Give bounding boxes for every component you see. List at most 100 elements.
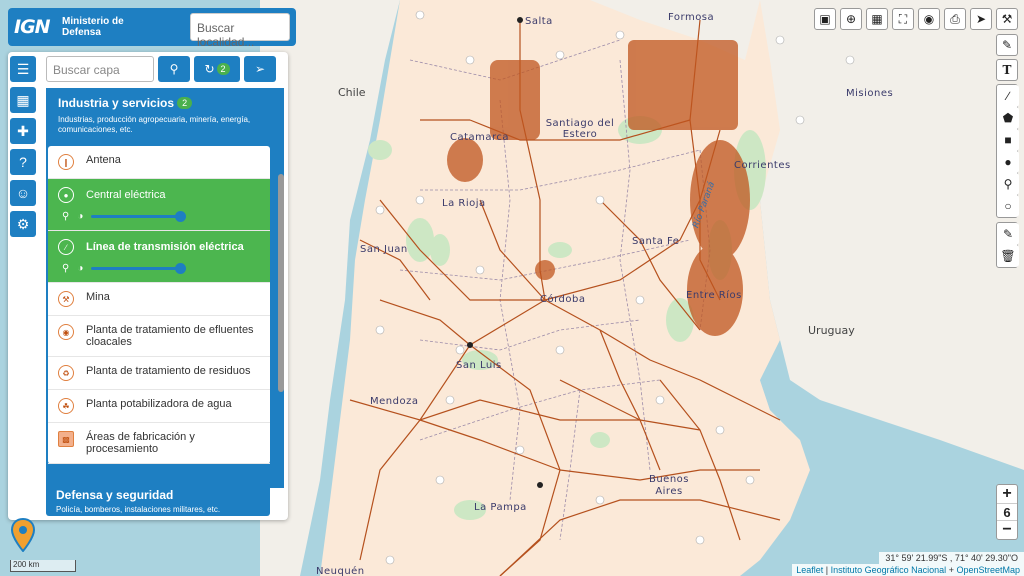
locate-button[interactable]: ⊕ [840,8,862,30]
draw-circle-button[interactable]: ● [997,151,1019,173]
layers-list: ❙ Antena ● Central eléctrica ⚲ ◑ ∕ Línea… [48,146,270,464]
fullscreen-button[interactable]: ⛶ [892,8,914,30]
map-label-chile: Chile [338,86,366,99]
layer-label: Planta de tratamiento de efluentes cloac… [86,324,254,348]
opacity-slider[interactable] [91,263,187,274]
select-button[interactable]: ➤ [970,8,992,30]
category-industria[interactable]: Industria y servicios 2 Industrias, produ… [46,88,284,488]
pencil-icon: ✎ [1001,38,1013,52]
leaflet-link[interactable]: Leaflet [796,565,823,575]
map-label-san-luis: San Luis [456,360,502,371]
search-button[interactable]: ⚲ [158,56,190,82]
panel-scrollbar[interactable] [278,56,284,516]
graticule-button[interactable]: ▦ [866,8,888,30]
scroll-thumb[interactable] [278,174,284,392]
draw-line-button[interactable]: ∕ [997,85,1019,107]
trash-icon: 🗑 [1000,249,1016,263]
draw-toolbar: ✎ T ∕ ⬟ ■ ● ⚲ ○ ✎ 🗑 [996,34,1019,272]
street-view-pin[interactable] [10,517,36,553]
layer-label: Planta potabilizadora de agua [86,398,232,410]
zoom-to-layer-icon[interactable]: ⚲ [62,263,69,274]
layer-item-central-electrica[interactable]: ● Central eléctrica ⚲ ◑ [48,179,270,231]
category-defensa[interactable]: Defensa y seguridad Policía, bomberos, i… [46,482,270,516]
pin-button[interactable]: ➢ [244,56,276,82]
search-icon: ⚲ [169,62,179,76]
layer-item-antena[interactable]: ❙ Antena [48,146,270,179]
brand-header: IGN Ministerio de Defensa Buscar localid… [8,8,296,49]
draw-rectangle-button[interactable]: ■ [997,129,1019,151]
edit-button[interactable]: ✎ [997,223,1019,245]
settings-icon[interactable]: ⚙ [10,211,36,237]
layer-search-input[interactable]: Buscar capa [46,56,154,82]
layer-item-residuos[interactable]: ♻ Planta de tratamiento de residuos [48,357,270,390]
square-icon: ■ [1004,133,1012,147]
accessibility-icon[interactable]: ☺ [10,180,36,206]
map-label-san-juan: San Juan [360,244,408,255]
basemap-icon[interactable]: ▦ [10,87,36,113]
locality-search-input[interactable]: Buscar localidad... [190,13,290,49]
zoom-level: 6 [997,503,1017,521]
map-label-mendoza: Mendoza [370,396,419,407]
map-label-la-rioja: La Rioja [442,198,486,209]
pencil-button[interactable]: ✎ [996,34,1018,56]
map-label-buenos-aires: Buenos Aires [648,474,690,497]
side-icon-bar: ☰ ▦ ✚ ? ☺ ⚙ [10,56,40,242]
map-label-salta: Salta [525,16,553,27]
polygon-icon: ⬟ [1002,111,1014,125]
layer-item-fabricacion[interactable]: ▩ Áreas de fabricación y procesamiento [48,423,270,464]
text-icon: T [1002,63,1012,77]
draw-circlemarker-button[interactable]: ○ [997,195,1019,217]
zoom-to-layer-icon[interactable]: ⚲ [62,211,69,222]
delete-button[interactable]: 🗑 [997,245,1019,267]
cursor-coordinates: 31° 59' 21.99"S , 71° 40' 29.30"O [879,552,1024,564]
screenshot-button[interactable]: ◉ [918,8,940,30]
opacity-slider[interactable] [91,211,187,222]
pin-icon: ➢ [254,62,266,76]
ring-icon: ○ [1004,199,1012,213]
category-description: Policía, bomberos, instalaciones militar… [56,505,221,514]
draw-marker-button[interactable]: ⚲ [997,173,1019,195]
print-button[interactable]: ⎙ [944,8,966,30]
manufacturing-area-icon: ▩ [58,431,74,447]
layer-item-efluentes[interactable]: ◉ Planta de tratamiento de efluentes clo… [48,316,270,357]
slider-handle[interactable] [175,211,187,222]
scale-bar: 200 km [10,560,76,572]
location-pin-icon [10,517,36,553]
zoom-in-button[interactable]: + [997,485,1017,503]
category-title: Industria y servicios [58,96,175,110]
select-cursor-icon: ➤ [975,12,987,26]
draw-polygon-button[interactable]: ⬟ [997,107,1019,129]
print-icon: ⎙ [950,11,960,26]
waste-plant-icon: ♻ [58,365,74,381]
text-button[interactable]: T [996,59,1018,81]
circle-icon: ● [1004,155,1012,169]
layer-item-linea-transmision[interactable]: ∕ Línea de transmisión eléctrica ⚲ ◑ [48,231,270,283]
layers-icon[interactable]: ☰ [10,56,36,82]
ign-logo: IGN [14,16,51,38]
map-label-catamarca: Catamarca [450,132,510,143]
osm-link[interactable]: OpenStreetMap [956,565,1020,575]
sync-button[interactable]: ↻ 2 [194,56,240,82]
add-layer-icon[interactable]: ✚ [10,118,36,144]
map-label-formosa: Formosa [668,12,715,23]
layers-panel: ☰ ▦ ✚ ? ☺ ⚙ Buscar capa ⚲ ↻ 2 ➢ Industria… [8,52,288,520]
map-label-neuquen: Neuquén [316,566,365,576]
extent-button[interactable]: ▣ [814,8,836,30]
edit-icon: ✎ [1002,227,1014,241]
ign-link[interactable]: Instituto Geográfico Nacional [831,565,947,575]
power-plant-icon: ● [58,187,74,203]
category-description: Industrias, producción agropecuaria, min… [58,115,251,134]
zoom-out-button[interactable]: − [997,521,1017,539]
marker-icon: ⚲ [1003,177,1013,191]
layer-head: ● Central eléctrica [58,187,165,203]
help-icon[interactable]: ? [10,149,36,175]
layer-label: Planta de tratamiento de residuos [86,365,251,377]
opacity-icon: ◑ [77,263,84,274]
layer-item-mina[interactable]: ⚒ Mina [48,283,270,316]
water-plant-icon: ☘ [58,398,74,414]
layer-item-potabilizadora[interactable]: ☘ Planta potabilizadora de agua [48,390,270,423]
tools-button[interactable]: ⚒ [996,8,1018,30]
layer-controls: ⚲ ◑ [58,211,187,222]
category-title: Defensa y seguridad [56,488,174,502]
slider-handle[interactable] [175,263,187,274]
